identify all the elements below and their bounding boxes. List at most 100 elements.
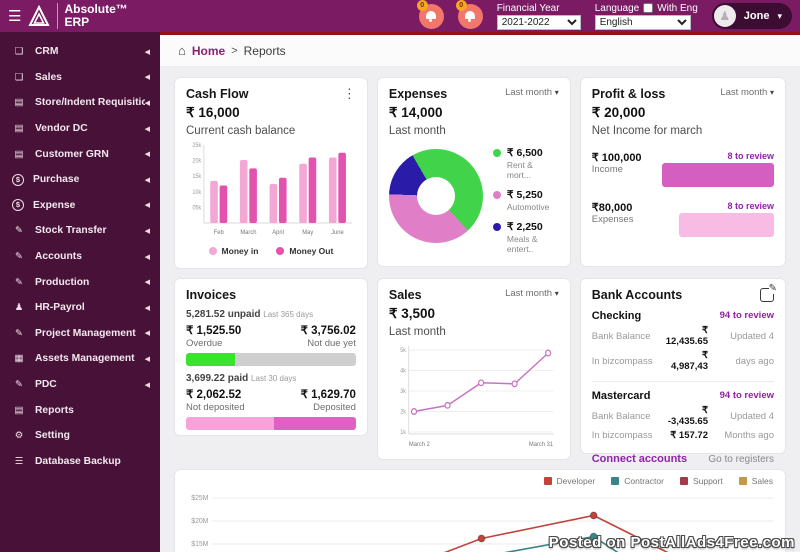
database-icon: ☰	[12, 456, 26, 467]
cash-icon: ▤	[12, 97, 26, 108]
chevron-left-icon: ◀	[145, 99, 150, 107]
legend-item: Sales	[739, 476, 773, 486]
expenses-subtitle: Last month	[389, 125, 559, 137]
go-to-registers-link[interactable]: Go to registers	[708, 454, 774, 465]
hamburger-menu-icon[interactable]: ☰	[8, 9, 21, 24]
sidebar-item-reports[interactable]: ▤Reports	[0, 397, 160, 423]
cash-flow-subtitle: Current cash balance	[186, 125, 356, 137]
support-label: Support	[693, 476, 723, 486]
automotive-label: Automotive	[507, 202, 559, 212]
chevron-down-icon: ▾	[770, 88, 774, 97]
mastercard-review-link[interactable]: 94 to review	[720, 390, 774, 402]
sidebar-item-label: Assets Management	[35, 353, 145, 364]
svg-text:$20M: $20M	[191, 518, 208, 525]
sidebar-item-stock-transfer[interactable]: ✎Stock Transfer◀	[0, 218, 160, 244]
language-group: Language With Eng English	[595, 3, 698, 30]
cash-flow-legend: Money in Money Out	[186, 246, 356, 256]
sidebar-item-store-indent-requisition[interactable]: ▤Store/Indent Requisition◀	[0, 90, 160, 116]
notdeposited-segment	[186, 417, 274, 430]
sidebar-item-label: Customer GRN	[35, 149, 145, 160]
sales-card: Sales Last month ▾ ₹ 3,500 Last month 1k…	[377, 278, 571, 460]
sales-subtitle: Last month	[389, 326, 559, 338]
bell-glyph-icon	[465, 11, 475, 19]
sidebar-item-pdc[interactable]: ✎PDC◀	[0, 372, 160, 398]
sidebar-item-database-backup[interactable]: ☰Database Backup	[0, 449, 160, 475]
bank-row: In bizcompass ₹ 157.72 Months ago	[592, 430, 774, 441]
user-menu-button[interactable]: ♟ Jone ▾	[712, 3, 792, 29]
checking-review-link[interactable]: 94 to review	[720, 310, 774, 322]
sales-filter-dropdown[interactable]: Last month ▾	[505, 288, 559, 299]
profit-loss-card: Profit & loss Last month ▾ ₹ 20,000 Net …	[580, 77, 786, 267]
top-header-bar: ☰ Absolute™ ERP 0 0 Financial Year 2021-…	[0, 0, 800, 32]
bank-row: In bizcompass ₹ 4,987,43 days ago	[592, 350, 774, 372]
sidebar-item-project-management[interactable]: ✎Project Management◀	[0, 321, 160, 347]
financial-year-label: Financial Year	[497, 3, 581, 14]
bank-row: Bank Balance ₹ 12,435.65 Updated 4	[592, 325, 774, 347]
kebab-menu-icon[interactable]: ⋮	[343, 87, 356, 100]
sidebar-item-accounts[interactable]: ✎Accounts◀	[0, 244, 160, 270]
money-out-label: Money Out	[289, 246, 333, 256]
sidebar-item-customer-grn[interactable]: ▤Customer GRN◀	[0, 141, 160, 167]
contractor-square-icon	[611, 477, 619, 485]
filter-label: Last month	[505, 288, 552, 299]
cash-flow-title: Cash Flow	[186, 87, 249, 101]
language-select[interactable]: English	[595, 15, 691, 30]
profit-loss-filter-dropdown[interactable]: Last month ▾	[720, 87, 774, 98]
svg-text:March: March	[240, 229, 257, 236]
edit-icon: ✎	[12, 277, 26, 288]
with-eng-checkbox[interactable]	[643, 3, 653, 13]
svg-text:1k: 1k	[400, 430, 406, 436]
breadcrumb-current: Reports	[244, 44, 286, 58]
financial-year-group: Financial Year 2021-2022	[497, 3, 581, 30]
alert-bell-icon[interactable]: 0	[458, 4, 483, 29]
unpaid-period: Last 365 days	[263, 310, 313, 319]
sidebar-item-assets-management[interactable]: ▦Assets Management◀	[0, 346, 160, 372]
notdeposited-label: Not deposited	[186, 402, 245, 413]
sales-value: ₹ 3,500	[389, 306, 559, 322]
sales-line-chart: 1k2k3k4k5kMarch 2March 31	[389, 338, 559, 450]
legend-item: ₹ 2,250 Meals & entert..	[493, 221, 559, 254]
connect-accounts-link[interactable]: Connect accounts	[592, 453, 687, 465]
contractor-label: Contractor	[624, 476, 664, 486]
svg-text:4k: 4k	[400, 368, 406, 374]
legend-item: Money Out	[276, 246, 333, 256]
expenses-review-link[interactable]: 8 to review	[727, 201, 774, 211]
breadcrumb-home-link[interactable]: Home	[192, 44, 225, 58]
sidebar-item-label: Stock Transfer	[35, 225, 145, 236]
sidebar-item-production[interactable]: ✎Production◀	[0, 269, 160, 295]
bank-balance-label: Bank Balance	[592, 411, 666, 422]
svg-text:3k: 3k	[400, 389, 406, 395]
bizcompass-value: ₹ 157.72	[666, 430, 708, 441]
copy-icon: ❏	[12, 72, 26, 83]
sidebar-item-crm[interactable]: ❏CRM◀	[0, 39, 160, 65]
cash-flow-value: ₹ 16,000	[186, 105, 356, 121]
unpaid-heading: 5,281.52 unpaid	[186, 309, 260, 320]
notdue-label: Not due yet	[307, 338, 356, 349]
language-label: Language With Eng	[595, 3, 698, 14]
sidebar-item-expense[interactable]: $Expense◀	[0, 193, 160, 219]
sidebar-item-vendor-dc[interactable]: ▤Vendor DC◀	[0, 116, 160, 142]
chevron-left-icon: ◀	[145, 73, 150, 81]
financial-year-select[interactable]: 2021-2022	[497, 15, 581, 30]
sidebar-item-hr-payrol[interactable]: ♟HR-Payrol◀	[0, 295, 160, 321]
income-review-link[interactable]: 8 to review	[727, 151, 774, 161]
expenses-filter-dropdown[interactable]: Last month ▾	[505, 87, 559, 98]
profit-loss-title: Profit & loss	[592, 87, 666, 101]
automotive-dot-icon	[493, 191, 501, 199]
sidebar-item-label: Setting	[35, 430, 150, 441]
sidebar-item-setting[interactable]: ⚙Setting	[0, 423, 160, 449]
user-name: Jone	[744, 10, 770, 22]
svg-text:$25M: $25M	[191, 495, 208, 502]
sidebar-item-label: Reports	[35, 405, 150, 416]
deposited-amount: ₹ 1,629.70	[301, 387, 356, 401]
chevron-down-icon: ▾	[777, 11, 782, 22]
filter-label: Last month	[720, 87, 767, 98]
header-controls: 0 0 Financial Year 2021-2022 Language Wi…	[160, 3, 800, 30]
sidebar-item-label: PDC	[35, 379, 145, 390]
chevron-left-icon: ◀	[145, 48, 150, 56]
sidebar-item-purchase[interactable]: $Purchase◀	[0, 167, 160, 193]
notification-bell-icon[interactable]: 0	[419, 4, 444, 29]
main-content: ⌂ Home > Reports Cash Flow ⋮ ₹ 16,000 Cu…	[160, 32, 800, 552]
sidebar-item-sales[interactable]: ❏Sales◀	[0, 65, 160, 91]
edit-icon[interactable]	[760, 288, 774, 302]
